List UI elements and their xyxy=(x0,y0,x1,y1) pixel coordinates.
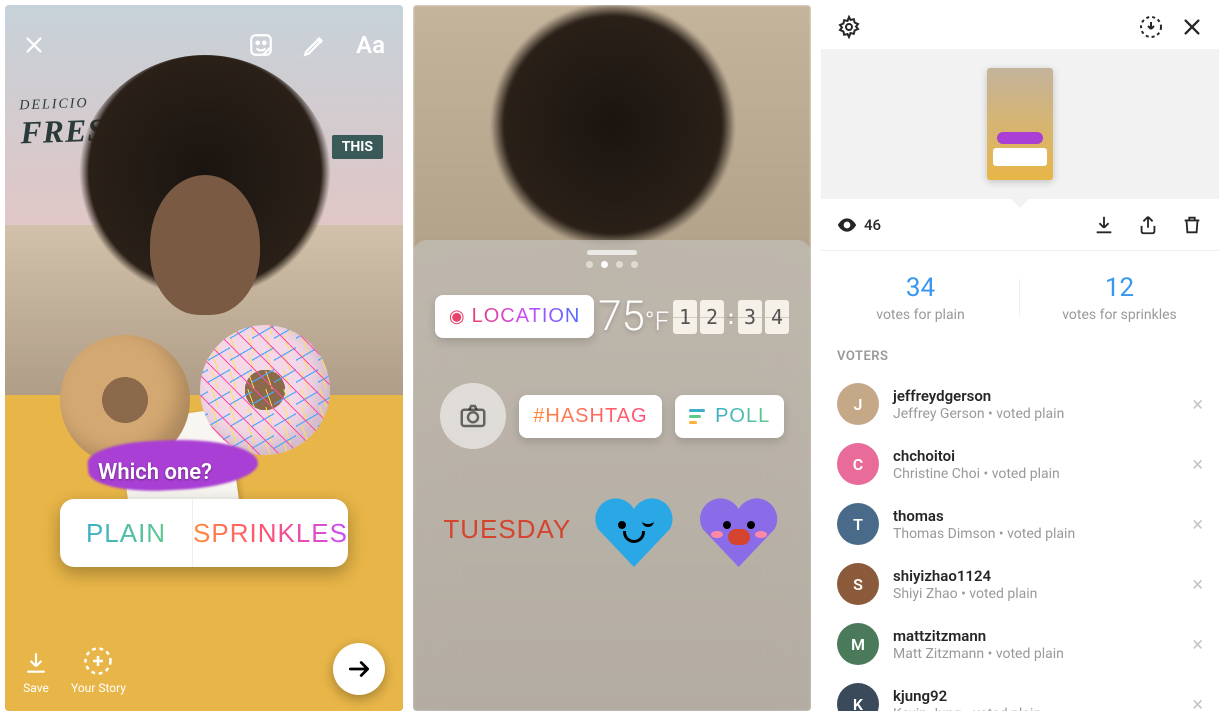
avatar: K xyxy=(837,683,879,711)
poll-option-a[interactable]: PLAIN xyxy=(60,499,193,567)
your-story-button[interactable]: Your Story xyxy=(71,646,126,695)
voter-row[interactable]: JjeffreydgersonJeffrey Gerson • voted pl… xyxy=(821,374,1219,434)
dismiss-voter-button[interactable]: × xyxy=(1192,392,1203,416)
dismiss-voter-button[interactable]: × xyxy=(1192,572,1203,596)
save-button[interactable]: Save xyxy=(23,650,49,695)
voter-username: kjung92 xyxy=(893,687,1178,705)
gear-icon xyxy=(837,15,861,39)
poll-result-a: 34 votes for plain xyxy=(821,273,1020,323)
clock-sticker[interactable]: 1 2 : 3 4 xyxy=(673,300,789,334)
location-sticker[interactable]: ◉ LOCATION xyxy=(435,295,594,338)
share-icon xyxy=(1137,214,1159,236)
poll-results: 34 votes for plain 12 votes for sprinkle… xyxy=(821,251,1219,349)
view-count: 46 xyxy=(837,216,881,234)
voter-subtitle: Jeffrey Gerson • voted plain xyxy=(893,406,1178,422)
story-editor-screen: DELICIO FRESH PIES THIS Aa Which one? PL… xyxy=(5,5,403,711)
draw-button[interactable] xyxy=(302,32,328,58)
voter-username: mattzitzmann xyxy=(893,627,1178,645)
voter-row[interactable]: MmattzitzmannMatt Zitzmann • voted plain… xyxy=(821,614,1219,674)
avatar: T xyxy=(837,503,879,545)
eye-icon xyxy=(837,218,857,232)
trash-icon xyxy=(1181,214,1203,236)
donut-sprinkles xyxy=(200,325,330,455)
arrow-right-icon xyxy=(346,656,372,682)
voter-subtitle: Shiyi Zhao • voted plain xyxy=(893,586,1178,602)
story-thumbnail[interactable] xyxy=(987,68,1053,180)
poll-bars-icon xyxy=(689,409,705,424)
close-button[interactable] xyxy=(23,34,45,56)
download-icon xyxy=(1093,214,1115,236)
story-thumbnail-strip xyxy=(821,49,1219,199)
voters-list: JjeffreydgersonJeffrey Gerson • voted pl… xyxy=(821,374,1219,711)
sticker-button[interactable] xyxy=(248,32,274,58)
voters-heading: VOTERS xyxy=(821,349,1219,374)
avatar: J xyxy=(837,383,879,425)
poll-result-b: 12 votes for sprinkles xyxy=(1020,273,1219,323)
delete-button[interactable] xyxy=(1181,214,1203,236)
page-indicator xyxy=(413,261,811,268)
close-icon xyxy=(1181,16,1203,38)
voter-subtitle: Kevin Jung • voted plain xyxy=(893,706,1178,712)
story-photo: DELICIO FRESH PIES THIS xyxy=(5,5,403,711)
selfie-sticker[interactable] xyxy=(440,383,506,449)
drag-handle[interactable] xyxy=(587,250,637,255)
avatar: S xyxy=(837,563,879,605)
poll-question: Which one? xyxy=(60,460,348,485)
dismiss-voter-button[interactable]: × xyxy=(1192,512,1203,536)
avatar: C xyxy=(837,443,879,485)
poll-sticker-option[interactable]: POLL xyxy=(675,395,784,438)
sticker-tray[interactable]: ◉ LOCATION 75°F 1 2 : 3 4 #HASHTAG xyxy=(413,240,811,711)
voter-subtitle: Thomas Dimson • voted plain xyxy=(893,526,1178,542)
poll-option-b[interactable]: SPRINKLES xyxy=(193,499,348,567)
voter-row[interactable]: CchchoitoiChristine Choi • voted plain × xyxy=(821,434,1219,494)
poll-sticker[interactable]: Which one? PLAIN SPRINKLES xyxy=(60,460,348,567)
next-button[interactable] xyxy=(333,643,385,695)
heart-sticker-blue[interactable] xyxy=(592,491,676,567)
voter-username: chchoitoi xyxy=(893,447,1178,465)
voter-row[interactable]: Sshiyizhao1124Shiyi Zhao • voted plain × xyxy=(821,554,1219,614)
hashtag-sticker[interactable]: #HASHTAG xyxy=(519,395,661,438)
settings-button[interactable] xyxy=(837,15,861,39)
save-all-button[interactable] xyxy=(1139,15,1163,39)
voter-row[interactable]: Kkjung92Kevin Jung • voted plain × xyxy=(821,674,1219,711)
dismiss-voter-button[interactable]: × xyxy=(1192,632,1203,656)
store-sign-right: THIS xyxy=(332,135,383,159)
download-button[interactable] xyxy=(1093,214,1115,236)
save-circle-icon xyxy=(1139,15,1163,39)
avatar: M xyxy=(837,623,879,665)
dismiss-voter-button[interactable]: × xyxy=(1192,452,1203,476)
download-icon xyxy=(23,650,49,676)
voter-row[interactable]: TthomasThomas Dimson • voted plain × xyxy=(821,494,1219,554)
voter-username: jeffreydgerson xyxy=(893,387,1178,405)
close-button[interactable] xyxy=(1181,16,1203,38)
dismiss-voter-button[interactable]: × xyxy=(1192,692,1203,711)
add-story-icon xyxy=(83,646,113,676)
voter-subtitle: Christine Choi • voted plain xyxy=(893,466,1178,482)
text-button[interactable]: Aa xyxy=(356,31,385,59)
voter-username: shiyizhao1124 xyxy=(893,567,1178,585)
temperature-sticker[interactable]: 75°F xyxy=(598,292,669,341)
day-sticker[interactable]: TUESDAY xyxy=(443,514,571,545)
heart-sticker-purple[interactable] xyxy=(697,491,781,567)
voter-username: thomas xyxy=(893,507,1178,525)
camera-icon xyxy=(458,401,488,431)
share-button[interactable] xyxy=(1137,214,1159,236)
voter-subtitle: Matt Zitzmann • voted plain xyxy=(893,646,1178,662)
poll-results-screen: 46 34 votes for plain 12 votes for sprin… xyxy=(821,5,1219,711)
sticker-tray-screen: ◉ LOCATION 75°F 1 2 : 3 4 #HASHTAG xyxy=(413,5,811,711)
pin-icon: ◉ xyxy=(449,306,466,327)
